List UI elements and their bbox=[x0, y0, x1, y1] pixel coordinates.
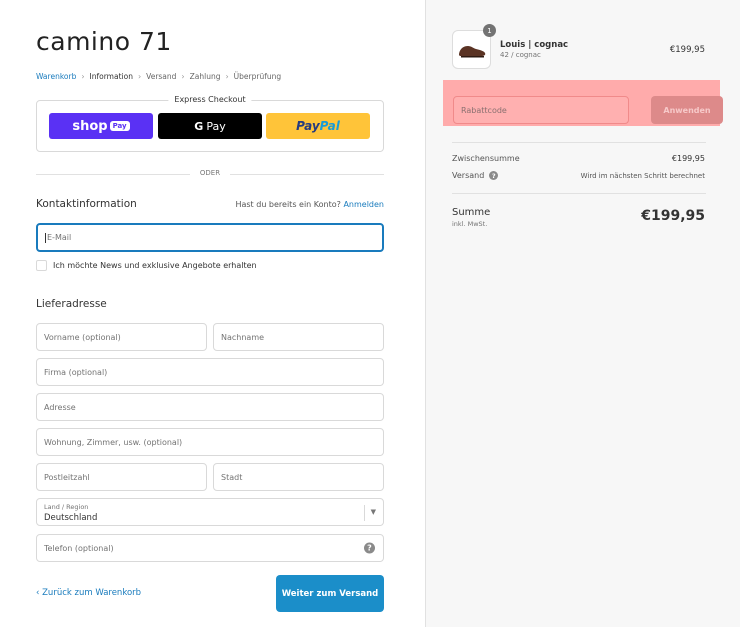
apply-discount-button[interactable]: Anwenden bbox=[651, 96, 723, 124]
question-icon[interactable]: ? bbox=[489, 171, 499, 180]
apartment-placeholder: Wohnung, Zimmer, usw. (optional) bbox=[44, 437, 183, 447]
zip-placeholder: Postleitzahl bbox=[44, 472, 90, 482]
shipping-cost-value: Wird im nächsten Schritt berechnet bbox=[580, 172, 705, 180]
login-link[interactable]: Anmelden bbox=[343, 200, 384, 209]
country-label: Land / Region bbox=[44, 503, 89, 511]
google-pay-text: Pay bbox=[206, 119, 226, 133]
breadcrumb-shipping: Versand bbox=[146, 72, 177, 81]
total-value: €199,95 bbox=[641, 208, 705, 224]
login-hint: Hast du bereits ein Konto? Anmelden bbox=[235, 200, 384, 209]
city-placeholder: Stadt bbox=[221, 472, 243, 482]
login-prompt: Hast du bereits ein Konto? bbox=[235, 200, 341, 209]
chevron-right-icon: › bbox=[225, 72, 229, 81]
total-label: Summe bbox=[452, 207, 491, 218]
product-price: €199,95 bbox=[669, 45, 705, 55]
phone-field[interactable]: Telefon (optional) ? bbox=[36, 534, 384, 562]
discount-code-placeholder: Rabattcode bbox=[461, 105, 507, 115]
question-icon[interactable]: ? bbox=[364, 542, 375, 554]
shop-pay-chip: Pay bbox=[109, 121, 130, 131]
apartment-field[interactable]: Wohnung, Zimmer, usw. (optional) bbox=[36, 428, 384, 456]
discount-code-section: Rabattcode Anwenden bbox=[443, 80, 723, 126]
chevron-right-icon: › bbox=[137, 72, 142, 81]
breadcrumb: Warenkorb › Information › Versand › Zahl… bbox=[36, 72, 281, 81]
address-field[interactable]: Adresse bbox=[36, 393, 384, 421]
express-checkout-title: Express Checkout bbox=[168, 95, 252, 104]
divider-line bbox=[36, 174, 190, 175]
back-to-cart-link[interactable]: ‹ Zurück zum Warenkorb bbox=[36, 588, 141, 598]
first-name-field[interactable]: Vorname (optional) bbox=[36, 323, 207, 351]
shoe-icon bbox=[459, 46, 486, 58]
divider-line bbox=[230, 174, 384, 175]
country-select[interactable]: Land / Region Deutschland ▼ bbox=[36, 498, 384, 526]
last-name-field[interactable]: Nachname bbox=[213, 323, 384, 351]
shop-pay-button[interactable]: shop Pay bbox=[49, 113, 153, 139]
or-divider: ODER bbox=[36, 168, 384, 180]
summary-divider bbox=[452, 142, 706, 143]
product-name: Louis | cognac bbox=[500, 40, 569, 50]
quantity-badge: 1 bbox=[483, 24, 496, 37]
subtotal-label: Zwischensumme bbox=[452, 154, 520, 163]
phone-placeholder: Telefon (optional) bbox=[44, 543, 114, 553]
shipping-cost-label: Versand bbox=[452, 171, 485, 180]
checkout-main: camino 71 Warenkorb › Information › Vers… bbox=[0, 0, 425, 627]
zip-field[interactable]: Postleitzahl bbox=[36, 463, 207, 491]
paypal-button[interactable]: Pay Pal bbox=[266, 113, 370, 139]
or-divider-text: ODER bbox=[199, 169, 221, 177]
contact-title: Kontaktinformation bbox=[36, 198, 137, 210]
product-variant: 42 / cognac bbox=[500, 51, 541, 59]
subtotal-value: €199,95 bbox=[671, 154, 705, 163]
select-divider bbox=[364, 505, 365, 521]
brand-logo[interactable]: camino 71 bbox=[36, 27, 172, 56]
email-field[interactable]: E-Mail bbox=[36, 223, 384, 252]
summary-divider bbox=[452, 193, 706, 194]
company-placeholder: Firma (optional) bbox=[44, 367, 108, 377]
shipping-title: Lieferadresse bbox=[36, 298, 107, 310]
paypal-logo-pal: Pal bbox=[319, 119, 340, 133]
text-cursor bbox=[45, 232, 46, 243]
breadcrumb-review: Überprüfung bbox=[233, 72, 282, 81]
last-name-placeholder: Nachname bbox=[221, 332, 265, 342]
chevron-right-icon: › bbox=[81, 72, 85, 81]
city-field[interactable]: Stadt bbox=[213, 463, 384, 491]
google-g-icon: G bbox=[194, 119, 204, 133]
order-summary: 1 Louis | cognac 42 / cognac €199,95 Rab… bbox=[425, 0, 740, 627]
breadcrumb-information: Information bbox=[89, 72, 133, 81]
shipping-cost-row: Versand? bbox=[452, 171, 499, 180]
newsletter-label: Ich möchte News und exklusive Angebote e… bbox=[53, 261, 257, 270]
breadcrumb-cart[interactable]: Warenkorb bbox=[36, 72, 76, 81]
first-name-placeholder: Vorname (optional) bbox=[44, 332, 121, 342]
email-placeholder: E-Mail bbox=[47, 233, 72, 242]
address-placeholder: Adresse bbox=[44, 402, 76, 412]
google-pay-button[interactable]: G Pay bbox=[158, 113, 262, 139]
chevron-down-icon: ▼ bbox=[370, 508, 376, 516]
breadcrumb-payment: Zahlung bbox=[189, 72, 221, 81]
company-field[interactable]: Firma (optional) bbox=[36, 358, 384, 386]
continue-to-shipping-button[interactable]: Weiter zum Versand bbox=[276, 575, 384, 612]
chevron-right-icon: › bbox=[181, 72, 185, 81]
express-checkout: Express Checkout shop Pay G Pay Pay Pal bbox=[36, 95, 384, 152]
country-value: Deutschland bbox=[44, 513, 98, 523]
newsletter-checkbox[interactable] bbox=[36, 260, 47, 271]
shop-pay-logo-text: shop bbox=[72, 118, 108, 134]
paypal-logo-pay: Pay bbox=[296, 119, 320, 133]
discount-code-input[interactable]: Rabattcode bbox=[453, 96, 629, 124]
back-to-cart-label: Zurück zum Warenkorb bbox=[42, 588, 142, 598]
total-tax-note: inkl. MwSt. bbox=[452, 220, 488, 228]
